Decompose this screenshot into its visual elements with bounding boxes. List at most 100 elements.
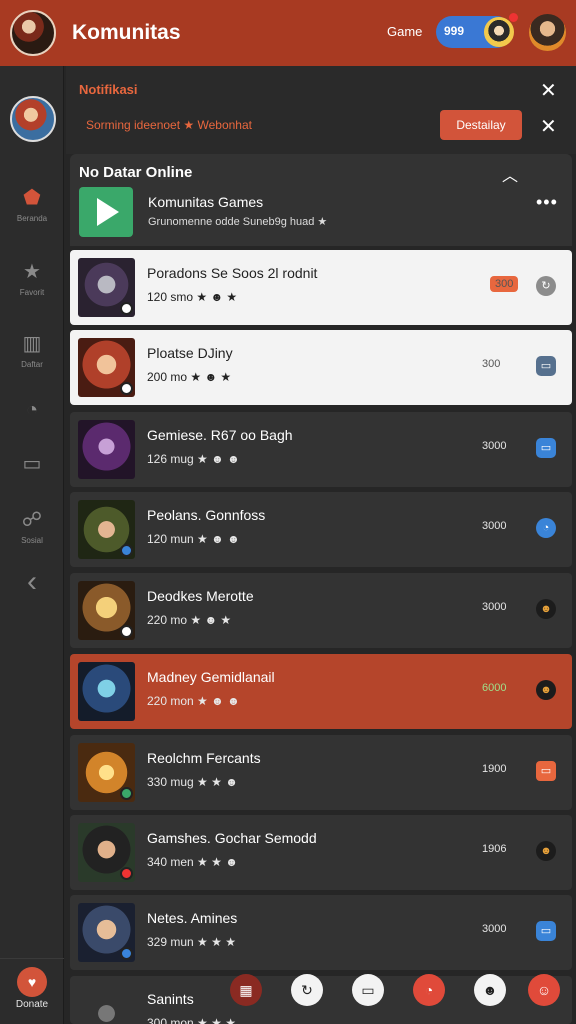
- row-title: Deodkes Merotte: [147, 588, 254, 604]
- emoji-icon[interactable]: ☻: [536, 680, 556, 700]
- community-avatar[interactable]: [10, 10, 56, 56]
- close-icon[interactable]: ✕: [540, 114, 557, 139]
- row-title: Sanints: [147, 991, 194, 1007]
- sidebar-avatar[interactable]: [10, 96, 56, 142]
- donate-icon: ♥: [17, 967, 47, 997]
- user-avatar[interactable]: [529, 14, 566, 51]
- badge-icon: [120, 947, 133, 960]
- list-item[interactable]: Gamshes. Gochar Semodd 340 men ★ ★ ☻ 190…: [70, 815, 572, 890]
- message-icon[interactable]: ▭: [536, 356, 556, 376]
- sidebar-item-favorites[interactable]: ★ Favorit: [0, 260, 64, 297]
- chat-icon[interactable]: ◔: [413, 974, 445, 1006]
- sidebar-donate[interactable]: ♥ Donate: [0, 958, 64, 1024]
- sidebar-item-list[interactable]: ▥ Daftar: [0, 332, 64, 369]
- game-thumbnail: [78, 581, 135, 640]
- row-count: 300: [490, 276, 519, 292]
- emoji-icon[interactable]: ☻: [474, 974, 506, 1006]
- toggle-knob-avatar: [484, 17, 514, 47]
- online-panel: No Datar Online ︿ Komunitas Games Grunom…: [70, 154, 572, 246]
- badge-icon: [120, 302, 133, 315]
- game-thumbnail: [78, 984, 135, 1024]
- refresh-icon[interactable]: ↻: [291, 974, 323, 1006]
- home-icon: ⬟: [23, 187, 41, 209]
- row-meta: 330 mug ★ ★ ☻: [147, 775, 238, 789]
- row-meta: 340 men ★ ★ ☻: [147, 855, 238, 869]
- row-meta: 120 smo ★ ☻ ★: [147, 290, 238, 304]
- notification-title: Notifikasi: [79, 82, 138, 97]
- row-count: 1906: [482, 843, 507, 855]
- sidebar-item-label: Daftar: [21, 360, 43, 369]
- toggle-value: 999: [444, 24, 465, 38]
- row-count: 3000: [482, 440, 507, 452]
- app-root: Komunitas Game 999 ⬟ Beranda ★ Favorit ▥…: [0, 0, 576, 1024]
- list-item[interactable]: Reolchm Fercants 330 mug ★ ★ ☻ 1900 ▭: [70, 735, 572, 810]
- chat-icon[interactable]: ◔: [536, 518, 556, 538]
- list-item[interactable]: Deodkes Merotte 220 mo ★ ☻ ★ 3000 ☻: [70, 573, 572, 648]
- row-meta: 200 mo ★ ☻ ★: [147, 370, 232, 384]
- game-thumbnail: [78, 823, 135, 882]
- close-icon[interactable]: ✕: [540, 78, 557, 103]
- more-icon[interactable]: •••: [536, 192, 558, 213]
- back-icon: ‹: [27, 565, 37, 598]
- game-thumbnail: [78, 743, 135, 802]
- row-count: 6000: [482, 682, 507, 694]
- bottom-dock: ▦ ↻ ▭ ◔ ☻ ☺: [230, 974, 576, 1014]
- game-thumbnail: [78, 500, 135, 559]
- star-icon: ★: [23, 261, 41, 283]
- notification-banner: Notifikasi ✕ Sorming ideenoet ★ Webonhat…: [66, 66, 576, 154]
- notification-button[interactable]: Destailay: [440, 110, 522, 140]
- profile-icon[interactable]: ☺: [528, 974, 560, 1006]
- list-item[interactable]: Netes. Amines 329 mun ★ ★ ★ 3000 ▭: [70, 895, 572, 970]
- game-thumbnail: [78, 903, 135, 962]
- row-count: 3000: [482, 520, 507, 532]
- list-item[interactable]: Madney Gemidlanail 220 mon ★ ☻ ☻ 6000 ☻: [70, 654, 572, 729]
- message-icon[interactable]: ▭: [536, 761, 556, 781]
- list-item[interactable]: Ploatse DJiny 200 mo ★ ☻ ★ 300 ▭: [70, 330, 572, 405]
- community-game-name: Komunitas Games: [148, 194, 264, 210]
- row-meta: 126 mug ★ ☻ ☻: [147, 452, 240, 466]
- top-header: Komunitas Game 999: [0, 0, 576, 66]
- sidebar-item-label: Sosial: [21, 536, 43, 545]
- list-item[interactable]: Gemiese. R67 oo Bagh 126 mug ★ ☻ ☻ 3000 …: [70, 412, 572, 487]
- chevron-up-icon[interactable]: ︿: [502, 162, 518, 186]
- sidebar-item-home[interactable]: ⬟ Beranda: [0, 186, 64, 223]
- emoji-icon[interactable]: ☻: [536, 599, 556, 619]
- row-title: Ploatse DJiny: [147, 345, 233, 361]
- sidebar-item-chat[interactable]: ◔: [0, 398, 64, 422]
- row-count: 1900: [482, 763, 507, 775]
- message-icon[interactable]: ▭: [536, 921, 556, 941]
- page-title: Komunitas: [72, 21, 181, 44]
- row-title: Poradons Se Soos 2l rodnit: [147, 265, 318, 281]
- sidebar-item-messages[interactable]: ▭: [0, 452, 64, 476]
- message-icon[interactable]: ▭: [536, 438, 556, 458]
- row-meta: 300 mon ★ ★ ★: [147, 1016, 236, 1024]
- row-title: Peolans. Gonnfoss: [147, 507, 266, 523]
- row-count: 3000: [482, 601, 507, 613]
- list-item[interactable]: Peolans. Gonnfoss 120 mun ★ ☻ ☻ 3000 ◔: [70, 492, 572, 567]
- action-icon[interactable]: ↻: [536, 276, 556, 296]
- emoji-icon[interactable]: ☻: [536, 841, 556, 861]
- row-title: Madney Gemidlanail: [147, 669, 275, 685]
- game-thumbnail: [78, 338, 135, 397]
- game-thumbnail: [78, 420, 135, 479]
- game-thumbnail: [78, 662, 135, 721]
- gamepad-icon[interactable]: ▦: [230, 974, 262, 1006]
- message-icon: ▭: [22, 453, 42, 475]
- game-toggle[interactable]: 999: [436, 16, 514, 48]
- message-icon[interactable]: ▭: [352, 974, 384, 1006]
- row-count: 3000: [482, 923, 507, 935]
- badge-icon: [120, 787, 133, 800]
- sidebar-item-label: Favorit: [19, 288, 45, 297]
- badge-icon: [120, 867, 133, 880]
- badge-icon: [120, 544, 133, 557]
- notification-dot: [509, 13, 518, 22]
- sidebar-item-label: Beranda: [16, 214, 48, 223]
- game-label: Game: [387, 24, 423, 39]
- sidebar-item-back[interactable]: ‹: [0, 565, 64, 598]
- row-meta: 220 mo ★ ☻ ★: [147, 613, 232, 627]
- list-item[interactable]: Poradons Se Soos 2l rodnit 120 smo ★ ☻ ★…: [70, 250, 572, 325]
- game-thumbnail: [78, 258, 135, 317]
- people-icon: ☍: [21, 509, 43, 531]
- sidebar-item-social[interactable]: ☍ Sosial: [0, 508, 64, 545]
- play-logo-icon: [79, 187, 133, 237]
